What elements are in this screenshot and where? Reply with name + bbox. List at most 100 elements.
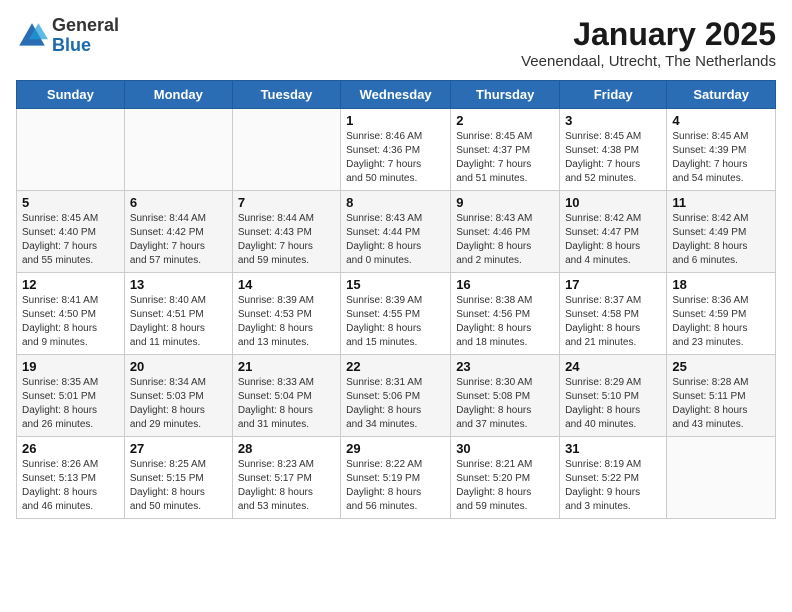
day-number: 10	[565, 195, 661, 210]
day-number: 14	[238, 277, 335, 292]
day-number: 3	[565, 113, 661, 128]
day-info: Sunrise: 8:37 AM Sunset: 4:58 PM Dayligh…	[565, 294, 661, 350]
calendar-cell	[124, 109, 232, 191]
day-number: 22	[346, 359, 445, 374]
calendar-cell: 26 Sunrise: 8:26 AM Sunset: 5:13 PM Dayli…	[17, 437, 125, 519]
logo-blue-text: Blue	[52, 35, 91, 55]
calendar-cell: 21Sunrise: 8:33 AM Sunset: 5:04 PM Dayli…	[232, 355, 340, 437]
calendar-cell: 25Sunrise: 8:28 AM Sunset: 5:11 PM Dayli…	[667, 355, 776, 437]
day-number: 12	[22, 277, 119, 292]
calendar-cell	[232, 109, 340, 191]
calendar-cell: 22 Sunrise: 8:31 AM Sunset: 5:06 PM Dayli…	[341, 355, 451, 437]
calendar-cell: 18 Sunrise: 8:36 AM Sunset: 4:59 PM Dayli…	[667, 273, 776, 355]
day-number: 1	[346, 113, 445, 128]
day-info: Sunrise: 8:26 AM Sunset: 5:13 PM Dayligh…	[22, 458, 119, 514]
day-info: Sunrise: 8:40 AM Sunset: 4:51 PM Dayligh…	[130, 294, 227, 350]
day-number: 9	[456, 195, 554, 210]
calendar-header-saturday: Saturday	[667, 81, 776, 109]
day-number: 25	[672, 359, 770, 374]
day-info: Sunrise: 8:23 AM Sunset: 5:17 PM Dayligh…	[238, 458, 335, 514]
calendar-cell: 15 Sunrise: 8:39 AM Sunset: 4:55 PM Dayli…	[341, 273, 451, 355]
day-info: Sunrise: 8:43 AM Sunset: 4:44 PM Dayligh…	[346, 212, 445, 268]
day-info: Sunrise: 8:46 AM Sunset: 4:36 PM Dayligh…	[346, 130, 445, 186]
day-number: 5	[22, 195, 119, 210]
calendar-table: SundayMondayTuesdayWednesdayThursdayFrid…	[16, 80, 776, 519]
day-number: 11	[672, 195, 770, 210]
day-info: Sunrise: 8:25 AM Sunset: 5:15 PM Dayligh…	[130, 458, 227, 514]
calendar-cell	[667, 437, 776, 519]
day-info: Sunrise: 8:35 AM Sunset: 5:01 PM Dayligh…	[22, 376, 119, 432]
calendar-cell: 12 Sunrise: 8:41 AM Sunset: 4:50 PM Dayli…	[17, 273, 125, 355]
day-number: 7	[238, 195, 335, 210]
day-number: 30	[456, 441, 554, 456]
day-info: Sunrise: 8:41 AM Sunset: 4:50 PM Dayligh…	[22, 294, 119, 350]
calendar-cell: 5Sunrise: 8:45 AM Sunset: 4:40 PM Daylig…	[17, 191, 125, 273]
logo: General Blue	[16, 16, 119, 56]
calendar-header-wednesday: Wednesday	[341, 81, 451, 109]
day-info: Sunrise: 8:44 AM Sunset: 4:43 PM Dayligh…	[238, 212, 335, 268]
calendar-cell: 30 Sunrise: 8:21 AM Sunset: 5:20 PM Dayli…	[451, 437, 560, 519]
day-number: 15	[346, 277, 445, 292]
day-info: Sunrise: 8:39 AM Sunset: 4:53 PM Dayligh…	[238, 294, 335, 350]
calendar-cell: 4Sunrise: 8:45 AM Sunset: 4:39 PM Daylig…	[667, 109, 776, 191]
day-number: 20	[130, 359, 227, 374]
day-info: Sunrise: 8:19 AM Sunset: 5:22 PM Dayligh…	[565, 458, 661, 514]
day-info: Sunrise: 8:31 AM Sunset: 5:06 PM Dayligh…	[346, 376, 445, 432]
calendar-cell: 24 Sunrise: 8:29 AM Sunset: 5:10 PM Dayli…	[560, 355, 667, 437]
calendar-header-sunday: Sunday	[17, 81, 125, 109]
calendar-header-monday: Monday	[124, 81, 232, 109]
day-info: Sunrise: 8:45 AM Sunset: 4:37 PM Dayligh…	[456, 130, 554, 186]
day-number: 23	[456, 359, 554, 374]
calendar-cell: 6 Sunrise: 8:44 AM Sunset: 4:42 PM Daylig…	[124, 191, 232, 273]
day-number: 26	[22, 441, 119, 456]
calendar-header-row: SundayMondayTuesdayWednesdayThursdayFrid…	[17, 81, 776, 109]
calendar-cell: 3 Sunrise: 8:45 AM Sunset: 4:38 PM Daylig…	[560, 109, 667, 191]
calendar-cell: 2 Sunrise: 8:45 AM Sunset: 4:37 PM Daylig…	[451, 109, 560, 191]
day-number: 18	[672, 277, 770, 292]
calendar-cell: 13Sunrise: 8:40 AM Sunset: 4:51 PM Dayli…	[124, 273, 232, 355]
calendar-cell: 19 Sunrise: 8:35 AM Sunset: 5:01 PM Dayli…	[17, 355, 125, 437]
day-info: Sunrise: 8:21 AM Sunset: 5:20 PM Dayligh…	[456, 458, 554, 514]
day-info: Sunrise: 8:45 AM Sunset: 4:38 PM Dayligh…	[565, 130, 661, 186]
calendar-week-row: 19 Sunrise: 8:35 AM Sunset: 5:01 PM Dayli…	[17, 355, 776, 437]
page-title: January 2025	[521, 16, 776, 53]
calendar-cell: 20 Sunrise: 8:34 AM Sunset: 5:03 PM Dayli…	[124, 355, 232, 437]
day-info: Sunrise: 8:29 AM Sunset: 5:10 PM Dayligh…	[565, 376, 661, 432]
day-number: 24	[565, 359, 661, 374]
page-header: General Blue January 2025 Veenendaal, Ut…	[16, 16, 776, 70]
day-number: 27	[130, 441, 227, 456]
day-info: Sunrise: 8:44 AM Sunset: 4:42 PM Dayligh…	[130, 212, 227, 268]
day-number: 19	[22, 359, 119, 374]
day-info: Sunrise: 8:38 AM Sunset: 4:56 PM Dayligh…	[456, 294, 554, 350]
day-info: Sunrise: 8:42 AM Sunset: 4:47 PM Dayligh…	[565, 212, 661, 268]
day-number: 16	[456, 277, 554, 292]
calendar-cell: 27 Sunrise: 8:25 AM Sunset: 5:15 PM Dayli…	[124, 437, 232, 519]
day-info: Sunrise: 8:30 AM Sunset: 5:08 PM Dayligh…	[456, 376, 554, 432]
calendar-cell: 1 Sunrise: 8:46 AM Sunset: 4:36 PM Daylig…	[341, 109, 451, 191]
day-number: 8	[346, 195, 445, 210]
day-number: 2	[456, 113, 554, 128]
calendar-cell: 7 Sunrise: 8:44 AM Sunset: 4:43 PM Daylig…	[232, 191, 340, 273]
day-info: Sunrise: 8:34 AM Sunset: 5:03 PM Dayligh…	[130, 376, 227, 432]
day-number: 28	[238, 441, 335, 456]
day-number: 17	[565, 277, 661, 292]
calendar-week-row: 12 Sunrise: 8:41 AM Sunset: 4:50 PM Dayli…	[17, 273, 776, 355]
day-info: Sunrise: 8:22 AM Sunset: 5:19 PM Dayligh…	[346, 458, 445, 514]
calendar-week-row: 1 Sunrise: 8:46 AM Sunset: 4:36 PM Daylig…	[17, 109, 776, 191]
calendar-cell: 28 Sunrise: 8:23 AM Sunset: 5:17 PM Dayli…	[232, 437, 340, 519]
calendar-week-row: 5Sunrise: 8:45 AM Sunset: 4:40 PM Daylig…	[17, 191, 776, 273]
day-info: Sunrise: 8:33 AM Sunset: 5:04 PM Dayligh…	[238, 376, 335, 432]
calendar-week-row: 26 Sunrise: 8:26 AM Sunset: 5:13 PM Dayli…	[17, 437, 776, 519]
day-info: Sunrise: 8:36 AM Sunset: 4:59 PM Dayligh…	[672, 294, 770, 350]
day-number: 6	[130, 195, 227, 210]
day-number: 29	[346, 441, 445, 456]
calendar-cell: 11Sunrise: 8:42 AM Sunset: 4:49 PM Dayli…	[667, 191, 776, 273]
day-info: Sunrise: 8:45 AM Sunset: 4:39 PM Dayligh…	[672, 130, 770, 186]
calendar-cell: 16 Sunrise: 8:38 AM Sunset: 4:56 PM Dayli…	[451, 273, 560, 355]
calendar-cell	[17, 109, 125, 191]
calendar-header-tuesday: Tuesday	[232, 81, 340, 109]
day-info: Sunrise: 8:39 AM Sunset: 4:55 PM Dayligh…	[346, 294, 445, 350]
calendar-cell: 8 Sunrise: 8:43 AM Sunset: 4:44 PM Daylig…	[341, 191, 451, 273]
calendar-cell: 23 Sunrise: 8:30 AM Sunset: 5:08 PM Dayli…	[451, 355, 560, 437]
calendar-cell: 29 Sunrise: 8:22 AM Sunset: 5:19 PM Dayli…	[341, 437, 451, 519]
